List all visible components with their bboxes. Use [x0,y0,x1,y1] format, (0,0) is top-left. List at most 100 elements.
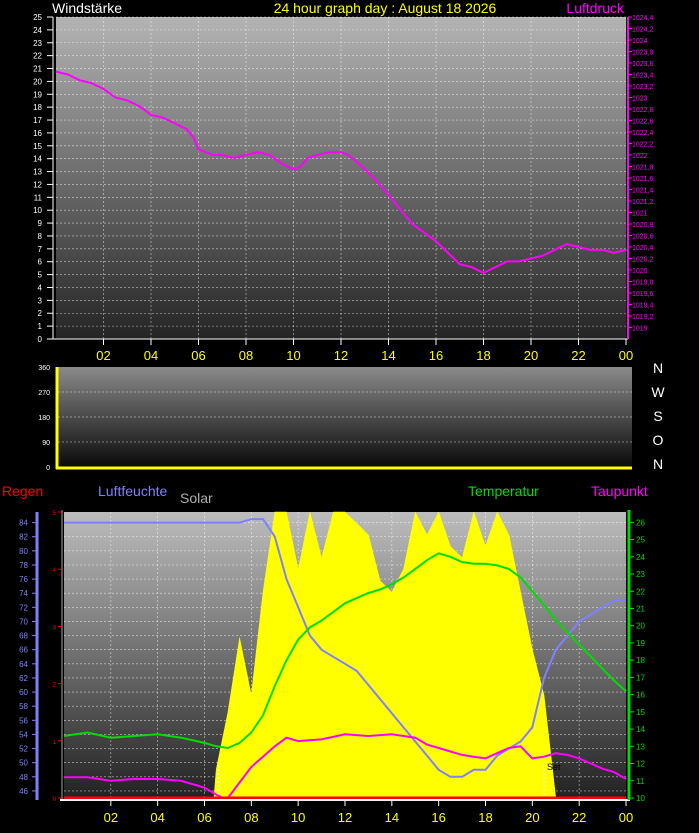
tick-label-x: 04 [144,348,158,363]
tick-label-x: 00 [619,810,633,825]
tick-label-y-right: 1022,8 [632,107,654,114]
tick-label-y-left: 9 [38,219,43,228]
tick-label-humidity: 52 [19,745,28,754]
air-pressure-label: Luftdruck [566,0,625,16]
tick-label-y-right: 1022,6 [632,119,654,126]
tick-label-y-left: 24 [33,26,42,35]
tick-label-x: 16 [429,348,443,363]
tick-label-temperature: 16 [636,691,645,700]
tick-label-y-left: 7 [38,245,43,254]
tick-label-humidity: 78 [19,561,28,570]
tick-label-y-left: 0 [38,335,43,344]
tick-label-y-right: 1024,2 [632,27,654,34]
dewpoint-label: Taupunkt [591,483,648,499]
tick-label-y-right: 1019 [632,326,648,333]
tick-label-humidity: 80 [19,547,28,556]
tick-label-temperature: 12 [636,760,645,769]
tick-label-x: 14 [385,810,399,825]
tick-label-y-right: 1021,4 [632,188,654,195]
tick-label-y-right: 1020,2 [632,257,654,264]
tick-label-y-right: 1023,8 [632,50,654,57]
tick-label-temperature: 13 [636,742,645,751]
compass-label: S [653,408,662,424]
wind-direction-axis-ticks: 0 90 180 270 360 [38,365,50,472]
tick-label-y-left: 20 [33,77,42,86]
tick-label-y-right: 1019,8 [632,280,654,287]
tick-label-y-left: 13 [33,168,42,177]
tick-label-x: 04 [150,810,164,825]
tick-label-temperature: 15 [636,708,645,717]
tick-label-y-right: 1022 [632,153,648,160]
tick-label-humidity: 66 [19,646,28,655]
tick-label-x: 14 [381,348,395,363]
humidity-axis-ticks: 46 48 50 52 54 56 58 60 62 64 66 68 70 72 74 76 78 80 82 84 [19,519,37,796]
tick-label-humidity: 72 [19,603,28,612]
tick-label-y: 180 [38,415,50,422]
tick-label-rain: 0 [53,797,57,803]
weather-graph: Windstärke 24 hour graph day : August 18… [2,0,665,825]
tick-label-y-right: 1023 [632,96,648,103]
chart-title: 24 hour graph day : August 18 2026 [274,0,497,16]
compass-label: N [653,456,663,472]
tick-label-temperature: 10 [636,794,645,803]
tick-label-y-right: 1021 [632,211,648,218]
tick-label-temperature: 21 [636,604,645,613]
compass-label: W [651,384,665,400]
tick-label-temperature: 20 [636,622,645,631]
tick-label-y-left: 21 [33,65,42,74]
tick-label-rain: 5 [53,511,57,517]
tick-label-temperature: 19 [636,639,645,648]
tick-label-y-left: 25 [33,13,42,22]
tick-label-y-left: 3 [38,296,43,305]
tick-label-x: 16 [431,810,445,825]
tick-label-y-right: 1021,2 [632,199,654,206]
tick-label-y: 90 [42,440,50,447]
tick-label-y-right: 1019,4 [632,303,654,310]
tick-label-humidity: 64 [19,660,28,669]
wind-direction-plot-area [58,367,632,467]
tick-label-y-left: 15 [33,142,42,151]
rain-label: Regen [2,483,43,499]
compass-label: N [653,360,663,376]
tick-label-humidity: 74 [19,589,28,598]
tick-label-y-right: 1023,2 [632,84,654,91]
tick-label-y-right: 1023,4 [632,73,654,80]
tick-label-temperature: 25 [636,536,645,545]
tick-label-temperature: 11 [636,777,645,786]
pressure-chart: 0123456789101112131415161718192021222324… [33,13,653,363]
tick-label-y-left: 11 [34,193,43,202]
tick-label-x: 20 [525,810,539,825]
sunset-label: Set [547,762,561,772]
humidity-label: Luftfeuchte [98,483,167,499]
tick-label-rain: 3 [53,625,57,631]
weather-x-axis-ticks: 02 04 06 08 10 12 14 16 18 20 22 00 [104,800,633,825]
tick-label-y-right: 1020,8 [632,222,654,229]
tick-label-y-left: 16 [33,129,42,138]
tick-label-y-left: 23 [33,39,42,48]
tick-label-x: 06 [191,348,205,363]
tick-label-x: 10 [286,348,300,363]
tick-label-humidity: 46 [19,787,28,796]
tick-label-y-left: 14 [33,155,42,164]
tick-label-y: 270 [38,390,50,397]
tick-label-y-right: 1024 [632,38,648,45]
tick-label-y-left: 2 [38,309,43,318]
tick-label-y-left: 4 [38,283,43,292]
tick-label-humidity: 56 [19,716,28,725]
tick-label-y-left: 6 [38,258,43,267]
tick-label-temperature: 17 [636,673,645,682]
tick-label-x: 22 [572,810,586,825]
compass-label: O [653,432,664,448]
wind-strength-axis-ticks: 0123456789101112131415161718192021222324… [33,13,53,344]
tick-label-y-left: 8 [38,232,43,241]
tick-label-x: 06 [197,810,211,825]
tick-label-temperature: 18 [636,656,645,665]
tick-label-x: 12 [338,810,352,825]
tick-label-humidity: 84 [19,519,28,528]
tick-label-y-right: 1021,6 [632,176,654,183]
temperature-label: Temperatur [468,483,539,499]
tick-label-humidity: 68 [19,632,28,641]
tick-label-y-right: 1021,8 [632,165,654,172]
tick-label-y: 360 [38,365,50,372]
tick-label-y-right: 1019,6 [632,291,654,298]
